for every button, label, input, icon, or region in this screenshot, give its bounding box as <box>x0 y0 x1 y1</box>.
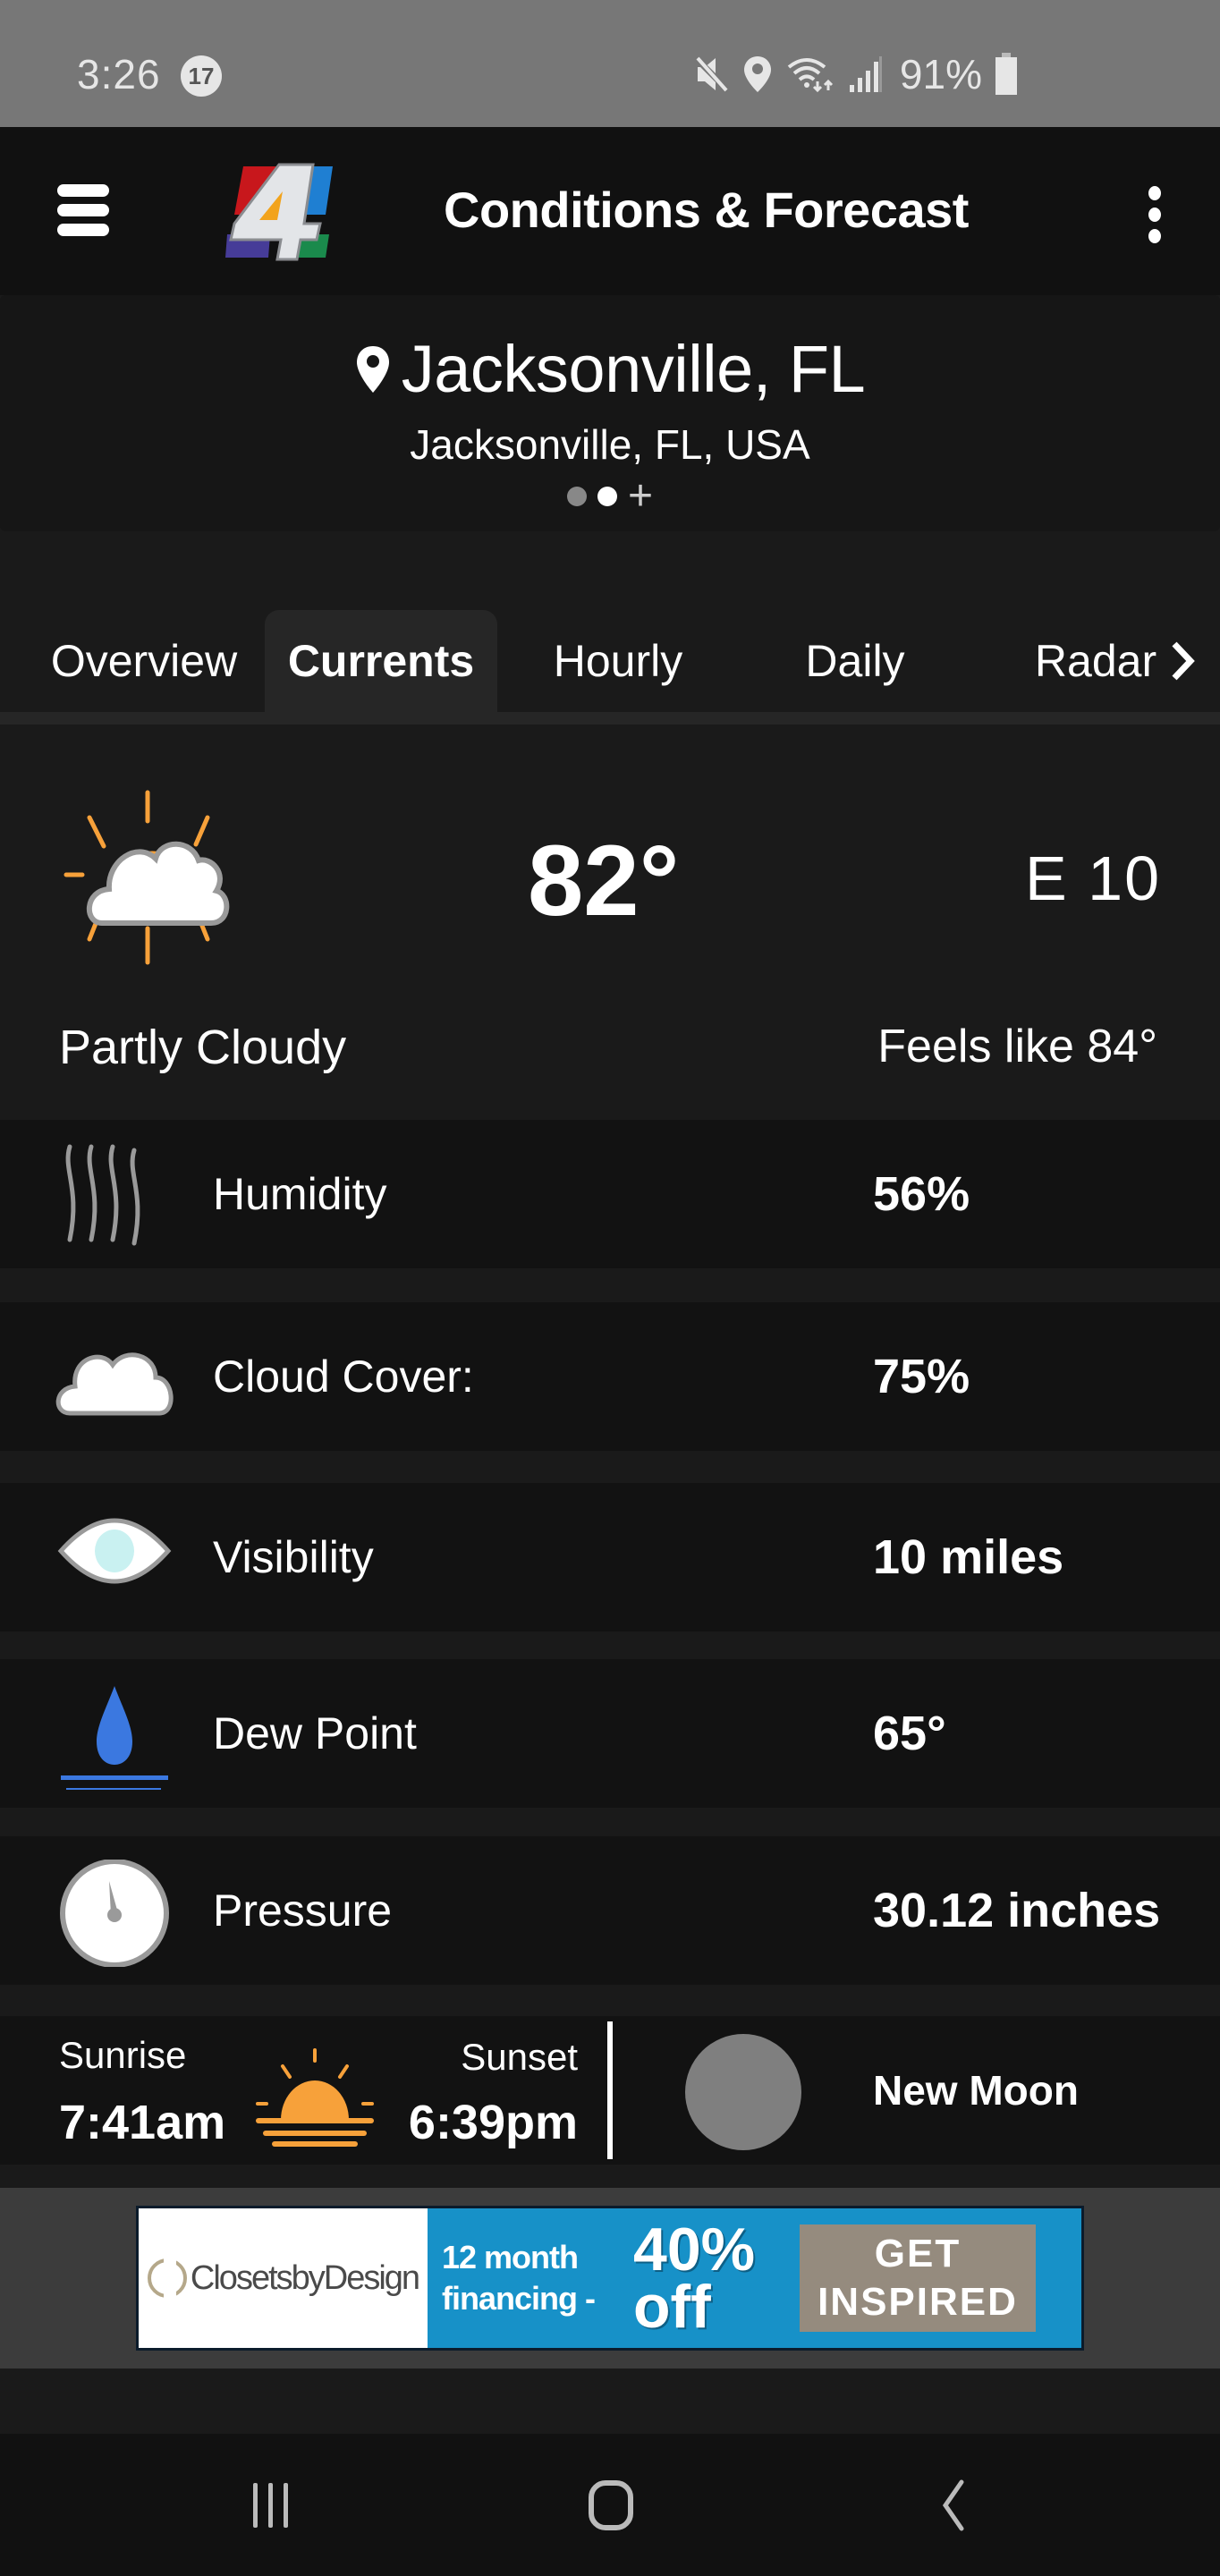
location-title-row[interactable]: Jacksonville, FL <box>0 331 1220 407</box>
row-value: 10 miles <box>873 1530 1064 1584</box>
brand-logo-icon <box>147 2258 187 2298</box>
current-temperature: 82° <box>528 825 680 936</box>
wifi-icon <box>787 58 833 93</box>
ad-financing: 12 month financing - <box>428 2208 633 2348</box>
chevron-right-icon[interactable] <box>1169 640 1196 682</box>
row-label: Cloud Cover: <box>213 1352 474 1402</box>
divider <box>607 2021 613 2159</box>
row-label: Dew Point <box>213 1708 417 1758</box>
bottom-spacer <box>0 2368 1220 2434</box>
tab-currents-label: Currents <box>287 636 475 686</box>
back-icon <box>942 2479 964 2531</box>
eye-icon <box>57 1518 172 1584</box>
location-pin-icon <box>356 345 389 393</box>
sunset-time: 6:39pm <box>408 2096 578 2149</box>
dew-drop-icon <box>61 1686 168 1790</box>
list-item-dew-point: Dew Point 65° <box>0 1659 1220 1808</box>
page-dot-1[interactable] <box>566 487 587 506</box>
ad-brand: ClosetsbyDesign <box>139 2208 428 2348</box>
hamburger-menu-icon[interactable] <box>54 181 113 240</box>
signal-icon <box>849 56 882 92</box>
moon-phase-icon <box>685 2034 801 2150</box>
row-label: Pressure <box>213 1885 393 1936</box>
row-value: 65° <box>873 1707 946 1760</box>
page-title: Conditions & Forecast <box>444 182 969 238</box>
row-label: Humidity <box>213 1169 387 1219</box>
tab-radar[interactable]: Radar <box>1020 610 1211 712</box>
list-item-cloud-cover: Cloud Cover: 75% <box>0 1302 1220 1451</box>
more-vertical-icon[interactable] <box>1134 181 1173 247</box>
location-pager: + <box>0 475 1220 518</box>
recent-apps-icon <box>253 2483 288 2528</box>
tab-daily-label: Daily <box>805 636 905 686</box>
add-location-button[interactable]: + <box>628 475 653 518</box>
ad-banner[interactable]: ClosetsbyDesign 12 month financing - 40%… <box>136 2206 1084 2351</box>
recent-apps-button[interactable] <box>231 2470 311 2541</box>
row-value: 30.12 inches <box>873 1884 1161 1937</box>
sunset-icon <box>256 2048 374 2147</box>
list-item-humidity: Humidity 56% <box>0 1120 1220 1268</box>
ad-brand-name: ClosetsbyDesign <box>190 2258 420 2297</box>
status-icons: 91% <box>693 51 1018 97</box>
tab-overview-label: Overview <box>50 636 238 686</box>
row-value: 75% <box>873 1350 970 1403</box>
ad-cta-1: GET <box>874 2232 962 2275</box>
battery-level: 91% <box>899 51 982 97</box>
partly-cloudy-icon <box>64 790 230 965</box>
location-name: Jacksonville, FL <box>401 332 866 406</box>
ad-cta-2: INSPIRED <box>818 2280 1018 2324</box>
feels-like: Feels like 84° <box>877 1021 1157 1072</box>
sunrise-label: Sunrise <box>59 2034 187 2076</box>
tab-divider <box>0 712 1220 724</box>
ad-offer-2: off <box>633 2273 711 2341</box>
back-button[interactable] <box>912 2470 993 2541</box>
notification-badge: 17 <box>181 55 222 97</box>
tab-bar: Overview Currents Hourly Daily Radar <box>0 590 1220 712</box>
sunset-label: Sunset <box>461 2036 578 2078</box>
moon-phase-label: New Moon <box>873 2067 1079 2114</box>
home-icon <box>589 2480 633 2530</box>
wind-speed: E 10 <box>1025 843 1161 913</box>
status-time: 3:26 <box>77 51 161 97</box>
gauge-icon <box>60 1860 169 1967</box>
battery-icon <box>995 53 1017 95</box>
system-nav-bar <box>0 2434 1220 2576</box>
location-full-name: Jacksonville, FL, USA <box>410 421 810 468</box>
location-header: Jacksonville, FL Jacksonville, FL, USA + <box>0 295 1220 531</box>
cloud-icon <box>55 1352 174 1416</box>
ad-cta-button[interactable]: GET INSPIRED <box>800 2224 1036 2332</box>
sunrise-time: 7:41am <box>59 2096 226 2149</box>
home-button[interactable] <box>571 2470 651 2541</box>
details-list <box>0 1120 1220 2166</box>
app-bar: Conditions & Forecast <box>0 127 1220 295</box>
row-label: Visibility <box>213 1532 374 1582</box>
tab-currents[interactable]: Currents <box>265 610 497 712</box>
sun-moon-row: Sunrise 7:41am Sunset 6:39pm New Moon <box>0 2016 1220 2165</box>
page-dot-2[interactable] <box>597 487 617 506</box>
ad-offer-1: 40% <box>633 2216 756 2284</box>
list-item-pressure: Pressure 30.12 inches <box>0 1836 1220 1985</box>
ad-offer: 40% off <box>633 2208 776 2348</box>
tab-hourly[interactable]: Hourly <box>519 610 717 712</box>
mute-icon <box>693 55 730 93</box>
ad-container: ClosetsbyDesign 12 month financing - 40%… <box>0 2188 1220 2368</box>
condition-text: Partly Cloudy <box>59 1021 347 1074</box>
tab-daily[interactable]: Daily <box>769 610 941 712</box>
humidity-icon <box>65 1144 140 1246</box>
location-icon <box>743 56 771 92</box>
status-bar: 3:26 17 91% <box>0 0 1220 127</box>
current-conditions: 82° E 10 Partly Cloudy Feels like 84° <box>0 724 1220 1120</box>
tab-hourly-label: Hourly <box>553 636 683 686</box>
row-value: 56% <box>873 1167 970 1221</box>
channel-4-logo[interactable] <box>224 161 340 261</box>
tab-radar-label: Radar <box>1034 636 1157 686</box>
ad-line-2: financing - <box>442 2280 596 2317</box>
ad-line-1: 12 month <box>442 2239 579 2275</box>
tab-overview[interactable]: Overview <box>27 610 261 712</box>
list-item-visibility: Visibility 10 miles <box>0 1483 1220 1631</box>
